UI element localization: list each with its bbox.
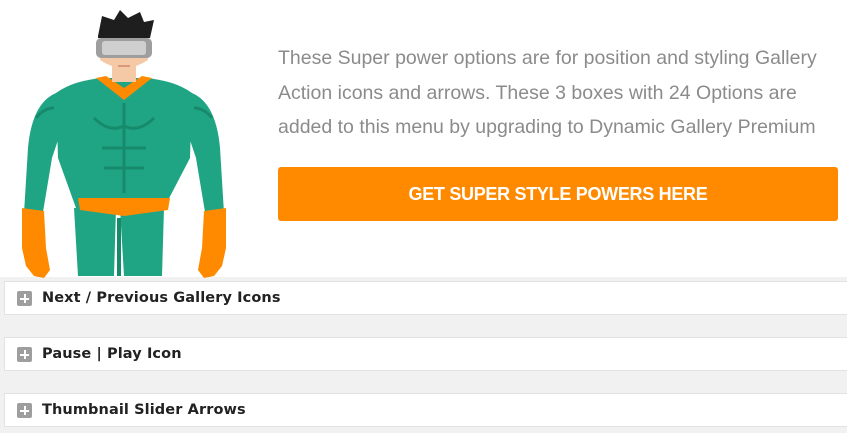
plus-icon[interactable] [17,403,32,418]
promo-description: These Super power options are for positi… [278,47,817,138]
superhero-left-glove [22,208,50,278]
upgrade-promo-banner: These Super power options are for positi… [0,0,847,278]
get-super-style-powers-button[interactable]: GET SUPER STYLE POWERS HERE [278,167,838,221]
panel-thumbnail-slider-arrows[interactable]: Thumbnail Slider Arrows [4,393,847,427]
superhero-right-glove [198,208,226,278]
panel-title: Thumbnail Slider Arrows [42,402,246,418]
panel-pause-play-icon[interactable]: Pause | Play Icon [4,337,847,371]
plus-icon[interactable] [17,347,32,362]
superhero-hair [98,10,154,38]
superhero-illustration [22,10,226,278]
panel-title: Pause | Play Icon [42,346,182,362]
